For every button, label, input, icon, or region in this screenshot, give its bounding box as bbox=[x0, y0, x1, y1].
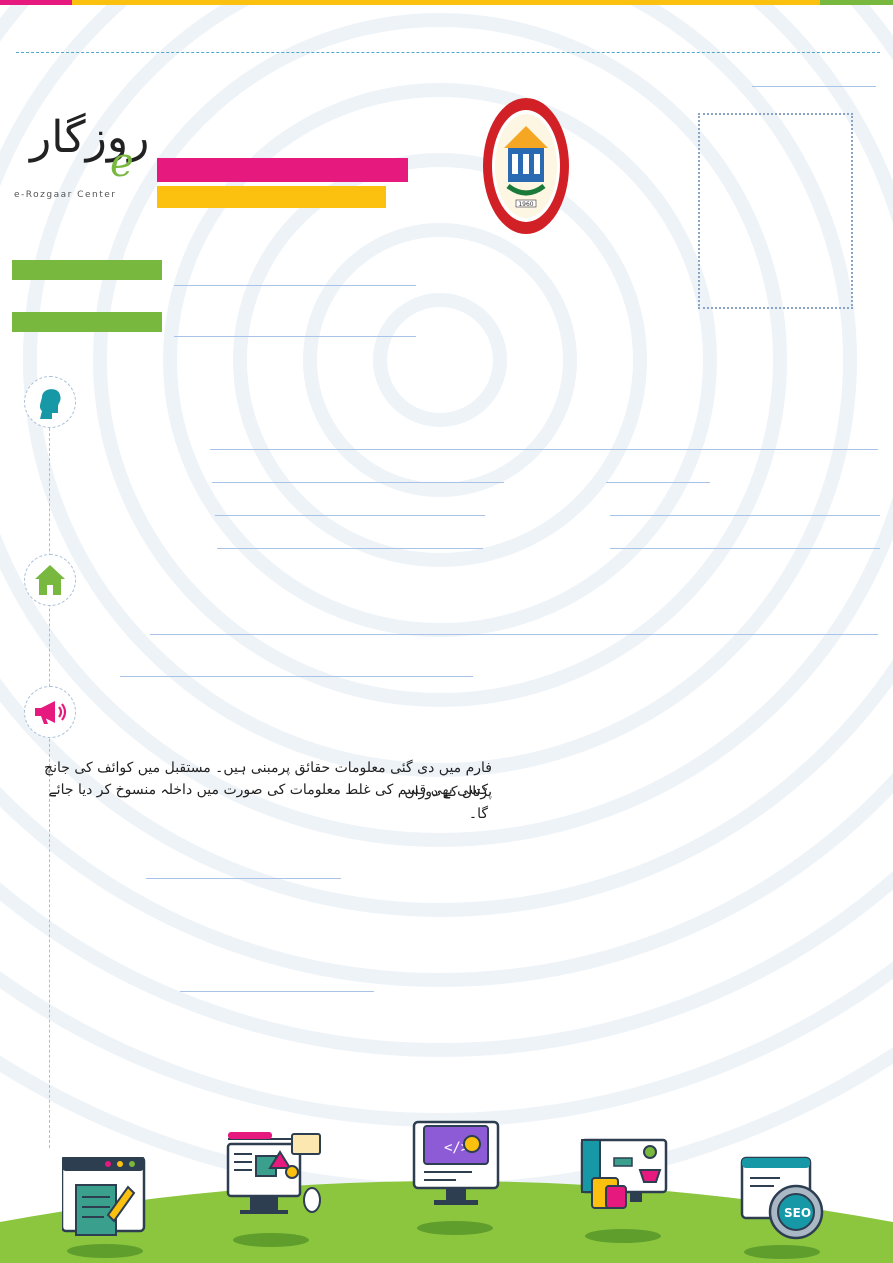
title-band-yellow bbox=[157, 186, 386, 208]
input-line-signature[interactable] bbox=[146, 878, 341, 879]
megaphone-icon bbox=[35, 701, 67, 724]
home-icon bbox=[35, 565, 65, 595]
input-line-date[interactable] bbox=[180, 991, 374, 992]
top-strip-yellow bbox=[72, 0, 820, 5]
form-number-line bbox=[752, 86, 876, 87]
input-line-field-d[interactable] bbox=[610, 515, 880, 516]
institute-seal: 1960 bbox=[483, 98, 569, 234]
label-pill-2 bbox=[12, 312, 162, 332]
seal-year: 1960 bbox=[518, 201, 533, 208]
logo-latin-mark: e bbox=[110, 140, 134, 186]
input-line-1[interactable] bbox=[174, 285, 416, 286]
svg-text:SEO: SEO bbox=[784, 1206, 811, 1220]
declaration-text-line-2: کسی بھی قسم کی غلط معلومات کی صورت میں د… bbox=[48, 782, 488, 822]
input-line-field-c[interactable] bbox=[215, 515, 485, 516]
input-line-field-f[interactable] bbox=[610, 548, 880, 549]
top-strip-green bbox=[820, 0, 893, 5]
header-dashed-divider bbox=[16, 52, 880, 53]
input-line-field-b[interactable] bbox=[606, 482, 710, 483]
input-line-address-2[interactable] bbox=[120, 676, 473, 677]
person-icon bbox=[39, 389, 61, 419]
input-line-name[interactable] bbox=[210, 449, 878, 450]
form-edit-icon bbox=[62, 1157, 146, 1236]
label-pill-1 bbox=[12, 260, 162, 280]
ecommerce-icon bbox=[580, 1138, 668, 1209]
logo-subtitle: e-Rozgaar Center bbox=[14, 190, 117, 200]
input-line-address[interactable] bbox=[150, 634, 878, 635]
seo-icon: SEO bbox=[740, 1156, 824, 1240]
address-section-marker bbox=[24, 554, 76, 606]
declaration-section-marker bbox=[24, 686, 76, 738]
title-band-magenta bbox=[157, 158, 408, 182]
web-development-icon: </> bbox=[412, 1120, 500, 1205]
input-line-field-a[interactable] bbox=[212, 482, 504, 483]
top-strip-magenta bbox=[0, 0, 72, 5]
input-line-2[interactable] bbox=[174, 336, 416, 337]
photo-placeholder-box[interactable] bbox=[698, 113, 853, 309]
input-line-field-e[interactable] bbox=[217, 548, 483, 549]
personal-section-marker bbox=[24, 376, 76, 428]
graphic-design-icon bbox=[226, 1132, 321, 1214]
erozgaar-logo: روزگار e e-Rozgaar Center bbox=[12, 112, 157, 207]
